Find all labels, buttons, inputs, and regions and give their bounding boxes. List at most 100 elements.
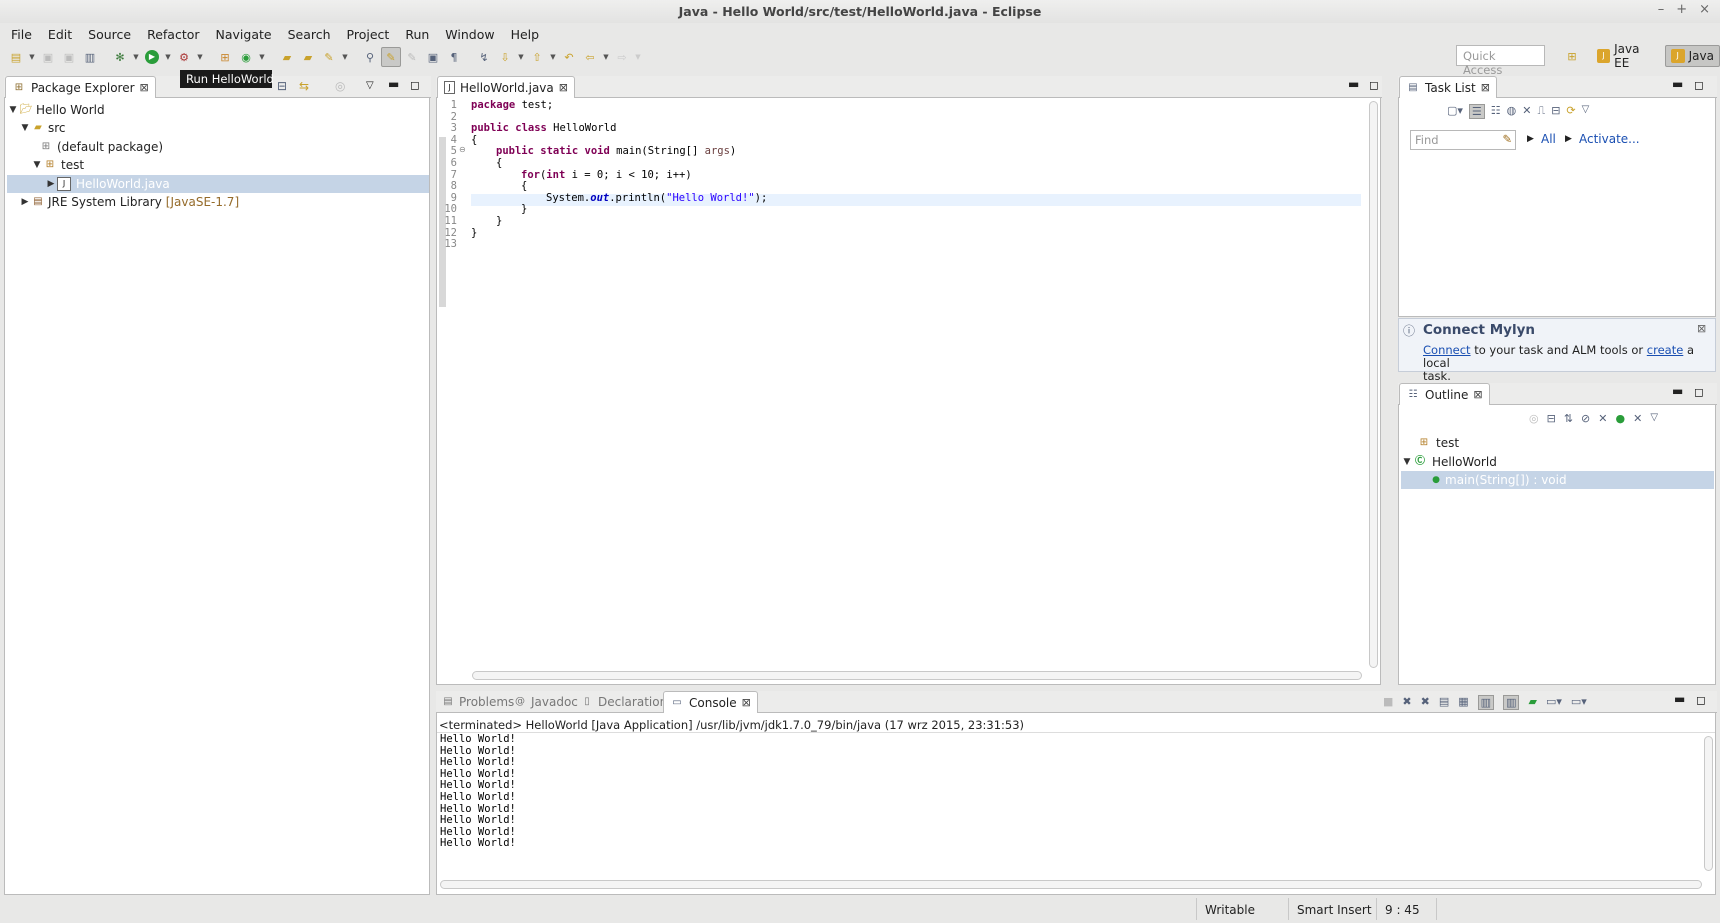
- outline-item-class[interactable]: ▼ Ⓒ HelloWorld: [1401, 453, 1497, 471]
- focus-workweek-icon[interactable]: ◍: [1507, 104, 1517, 119]
- tab-console[interactable]: ▭ Console ⊠: [663, 691, 758, 713]
- close-icon[interactable]: ⊠: [1481, 81, 1490, 94]
- new-dropdown-icon[interactable]: ▼: [27, 47, 37, 67]
- new-java-project-icon[interactable]: ⊞: [215, 47, 235, 67]
- new-icon[interactable]: ▤: [6, 47, 26, 67]
- annotation-icon[interactable]: ↯: [474, 47, 494, 67]
- expanded-arrow-icon[interactable]: ▼: [7, 105, 19, 115]
- save-icon[interactable]: ▣: [38, 47, 58, 67]
- tree-item-src[interactable]: ▼ ▰ src: [19, 119, 66, 137]
- tab-problems[interactable]: ▤ Problems: [441, 695, 514, 709]
- tab-declaration[interactable]: ▯ Declaration: [580, 695, 667, 709]
- toggle-breadcrumb-icon[interactable]: ⚲: [360, 47, 380, 67]
- remove-all-launches-icon[interactable]: ✖: [1421, 695, 1430, 710]
- hide-static-icon[interactable]: ✕: [1598, 412, 1607, 425]
- forward-icon[interactable]: ⇨: [612, 47, 632, 67]
- pin-console-icon[interactable]: ▰: [1528, 695, 1536, 710]
- external-tools-dropdown-icon[interactable]: ▼: [195, 47, 205, 67]
- menu-file[interactable]: File: [8, 26, 35, 43]
- code-area[interactable]: 1 2 3 4 5 6 7 8 9 10 11 12 13 ⊖ package …: [437, 99, 1367, 659]
- collapsed-arrow-icon[interactable]: ▶: [45, 179, 57, 189]
- external-tools-icon[interactable]: ⚙: [174, 47, 194, 67]
- menu-help[interactable]: Help: [508, 26, 543, 43]
- hide-completed-icon[interactable]: ⎍: [1538, 104, 1546, 119]
- clear-console-icon[interactable]: ▤: [1439, 695, 1449, 710]
- create-link[interactable]: create: [1647, 343, 1684, 357]
- close-icon[interactable]: ⊠: [140, 81, 149, 94]
- perspective-java-ee[interactable]: J Java EE: [1592, 42, 1661, 70]
- hide-fields-icon[interactable]: ⊘: [1581, 412, 1590, 425]
- collapse-all-icon[interactable]: ⊟: [1547, 412, 1556, 425]
- tab-javadoc[interactable]: @ Javadoc: [513, 695, 578, 709]
- public-member-icon[interactable]: ●: [1615, 412, 1625, 425]
- display-console-icon[interactable]: ▭▾: [1546, 695, 1562, 710]
- view-menu-icon[interactable]: ▽: [1650, 412, 1658, 425]
- fold-collapse-icon[interactable]: ⊖: [459, 145, 466, 154]
- menu-edit[interactable]: Edit: [45, 26, 75, 43]
- scheduled-icon[interactable]: ☷: [1491, 104, 1501, 119]
- vertical-scrollbar[interactable]: [1369, 101, 1378, 668]
- open-type-icon[interactable]: ▰: [277, 47, 297, 67]
- menu-refactor[interactable]: Refactor: [144, 26, 202, 43]
- debug-dropdown-icon[interactable]: ▼: [131, 47, 141, 67]
- tree-item-default-package[interactable]: ⊞ (default package): [39, 138, 163, 156]
- tab-package-explorer[interactable]: ⊞ Package Explorer ⊠: [5, 76, 156, 98]
- tree-item-jre-library[interactable]: ▶ ▤ JRE System Library [JavaSE-1.7]: [19, 193, 240, 211]
- run-icon[interactable]: ▶: [142, 47, 162, 67]
- open-perspective-icon[interactable]: ⊞: [1562, 46, 1582, 66]
- outline-item-package[interactable]: ⊞ test: [1417, 434, 1459, 452]
- link-with-editor-icon[interactable]: ⇆: [299, 79, 309, 93]
- block-selection-icon[interactable]: ✎: [402, 47, 422, 67]
- prev-annotation-icon[interactable]: ⇧: [527, 47, 547, 67]
- back-dropdown-icon[interactable]: ▼: [601, 47, 611, 67]
- new-class-dropdown-icon[interactable]: ▼: [257, 47, 267, 67]
- terminate-icon[interactable]: ■: [1383, 695, 1393, 710]
- new-class-icon[interactable]: ◉: [236, 47, 256, 67]
- debug-icon[interactable]: ✻: [110, 47, 130, 67]
- find-field[interactable]: Find ✎: [1410, 130, 1516, 150]
- collapsed-arrow-icon[interactable]: ▶: [19, 197, 31, 207]
- pilcrow-icon[interactable]: ¶: [444, 47, 464, 67]
- save-all-icon[interactable]: ▣: [59, 47, 79, 67]
- maximize-icon[interactable]: +: [1676, 2, 1687, 17]
- maximize-view-icon[interactable]: ◻: [1694, 385, 1704, 399]
- expanded-arrow-icon[interactable]: ▼: [19, 123, 31, 133]
- maximize-view-icon[interactable]: ◻: [1696, 693, 1706, 707]
- quick-access-field[interactable]: Quick Access: [1456, 45, 1545, 77]
- connect-link[interactable]: Connect: [1423, 343, 1471, 357]
- minimize-view-icon[interactable]: ▬: [1672, 77, 1683, 91]
- activate-link[interactable]: Activate...: [1579, 132, 1640, 146]
- tab-outline[interactable]: ☷ Outline ⊠: [1399, 383, 1490, 405]
- menu-window[interactable]: Window: [442, 26, 497, 43]
- last-edit-icon[interactable]: ↶: [559, 47, 579, 67]
- expanded-arrow-icon[interactable]: ▼: [31, 160, 43, 170]
- next-annotation-dropdown-icon[interactable]: ▼: [516, 47, 526, 67]
- close-icon[interactable]: ⊠: [1697, 322, 1706, 335]
- print-icon[interactable]: ▥: [80, 47, 100, 67]
- open-task-icon[interactable]: ▰: [298, 47, 318, 67]
- view-menu-icon[interactable]: ▽: [1582, 104, 1590, 119]
- prev-annotation-dropdown-icon[interactable]: ▼: [548, 47, 558, 67]
- maximize-view-icon[interactable]: ◻: [410, 78, 420, 92]
- console-horizontal-scrollbar[interactable]: [440, 880, 1702, 889]
- menu-navigate[interactable]: Navigate: [213, 26, 275, 43]
- clear-brush-icon[interactable]: ✎: [1502, 132, 1512, 146]
- close-icon[interactable]: ×: [1699, 2, 1710, 17]
- sync-icon[interactable]: ⟳: [1566, 104, 1575, 119]
- menu-project[interactable]: Project: [344, 26, 393, 43]
- horizontal-scrollbar[interactable]: [472, 671, 1362, 680]
- close-icon[interactable]: ⊠: [1473, 388, 1482, 401]
- perspective-java[interactable]: J Java: [1664, 45, 1720, 67]
- focus-icon[interactable]: ◎: [1529, 412, 1539, 425]
- run-dropdown-icon[interactable]: ▼: [163, 47, 173, 67]
- forward-dropdown-icon[interactable]: ▼: [633, 47, 643, 67]
- search-dropdown-icon[interactable]: ▼: [340, 47, 350, 67]
- back-icon[interactable]: ⇦: [580, 47, 600, 67]
- tab-task-list[interactable]: ▤ Task List ⊠: [1399, 76, 1497, 98]
- collapse-all-icon[interactable]: ⊟: [277, 79, 287, 93]
- sort-icon[interactable]: ⇅: [1564, 412, 1573, 425]
- menu-search[interactable]: Search: [285, 26, 334, 43]
- search-icon[interactable]: ✎: [319, 47, 339, 67]
- all-link[interactable]: All: [1541, 132, 1556, 146]
- outline-item-method[interactable]: ● main(String[]) : void: [1401, 471, 1714, 489]
